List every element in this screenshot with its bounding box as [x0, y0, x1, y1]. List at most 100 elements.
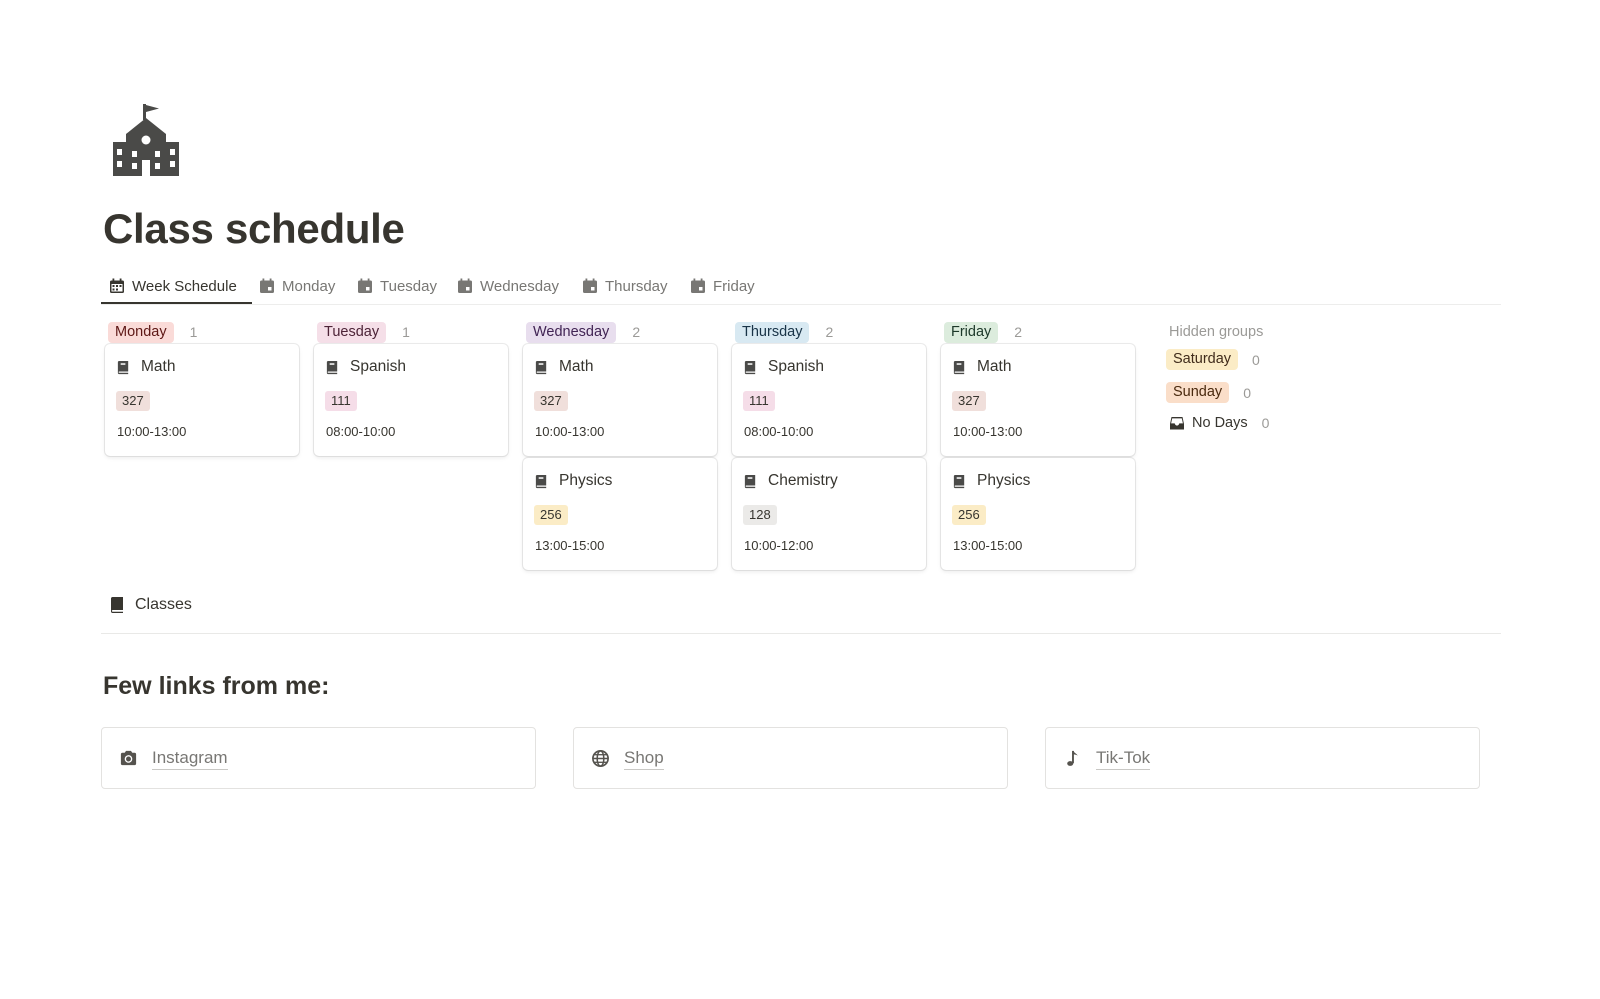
group-count: 0 [1252, 351, 1260, 368]
tab-label: Tuesday [380, 277, 437, 295]
active-tab-indicator [101, 302, 252, 304]
column-count: 1 [402, 324, 410, 340]
column-label[interactable]: Monday [108, 321, 174, 343]
room-badge: 256 [952, 505, 986, 525]
hidden-group-no-days[interactable]: No Days 0 [1166, 415, 1269, 431]
globe-icon [592, 749, 609, 767]
links-heading: Few links from me: [103, 672, 330, 700]
classes-label: Classes [135, 596, 192, 613]
column-count: 2 [632, 324, 641, 340]
tab-label: Week Schedule [132, 277, 237, 295]
book-icon [953, 360, 965, 374]
room-badge: 111 [743, 391, 775, 411]
link-label: Tik-Tok [1096, 747, 1151, 770]
shop-link[interactable]: Shop [573, 727, 1008, 789]
no-days-text: No Days [1192, 415, 1248, 431]
class-time: 13:00-15:00 [535, 538, 605, 553]
book-icon [535, 360, 547, 374]
instagram-link[interactable]: Instagram [101, 727, 536, 789]
board-column-friday: Friday 2 Math 327 10:00-13:00 Physics 256 13:00… [941, 320, 1135, 570]
card-title: Math [952, 358, 1011, 376]
calendar-icon [260, 278, 274, 293]
calendar-icon [458, 278, 472, 293]
tab-friday[interactable]: Friday [690, 268, 755, 304]
class-name: Spanish [350, 358, 407, 375]
room-badge: 327 [116, 391, 150, 411]
tab-wednesday[interactable]: Wednesday [457, 268, 559, 304]
column-label[interactable]: Wednesday [526, 321, 617, 343]
class-time: 10:00-13:00 [117, 424, 187, 439]
class-name: Math [977, 358, 1012, 375]
room-badge: 111 [325, 391, 357, 411]
board-column-wednesday: Wednesday 2 Math 327 10:00-13:00 Physics 256 13… [523, 320, 717, 570]
column-label[interactable]: Thursday [735, 321, 810, 343]
column-label[interactable]: Friday [944, 321, 999, 343]
calendar-icon [358, 278, 372, 293]
book-icon [117, 360, 129, 374]
column-count: 2 [825, 324, 834, 340]
calendar-icon [691, 278, 705, 293]
column-count: 2 [1014, 324, 1023, 340]
calendar-icon [583, 278, 597, 293]
column-header: Friday 2 [941, 320, 1135, 344]
room-badge: 128 [743, 505, 777, 525]
camera-icon [120, 750, 137, 765]
column-header: Thursday 2 [732, 320, 926, 344]
tiktok-link[interactable]: Tik-Tok [1045, 727, 1480, 789]
class-time: 08:00-10:00 [744, 424, 814, 439]
tab-label: Wednesday [480, 277, 559, 295]
room-badge: 327 [952, 391, 986, 411]
no-days-label: No Days [1166, 415, 1248, 431]
class-time: 08:00-10:00 [326, 424, 396, 439]
inbox-icon [1170, 417, 1184, 430]
card-title: Math [534, 358, 593, 376]
card-title: Physics [952, 472, 1030, 490]
class-name: Math [141, 358, 176, 375]
hidden-group-saturday[interactable]: Saturday 0 [1166, 349, 1260, 370]
class-card[interactable]: Spanish 111 08:00-10:00 [314, 344, 508, 456]
card-title: Chemistry [743, 472, 838, 490]
class-card[interactable]: Spanish 111 08:00-10:00 [732, 344, 926, 456]
class-name: Physics [559, 472, 613, 489]
board-column-monday: Monday 1 Math 327 10:00-13:00 [105, 320, 299, 456]
classes-database-link[interactable]: Classes [108, 596, 192, 614]
book-icon [744, 360, 756, 374]
book-icon [326, 360, 338, 374]
tab-label: Friday [713, 277, 755, 295]
tab-label: Thursday [605, 277, 668, 295]
tab-tuesday[interactable]: Tuesday [357, 268, 437, 304]
class-time: 10:00-13:00 [535, 424, 605, 439]
class-time: 13:00-15:00 [953, 538, 1023, 553]
card-title: Math [116, 358, 175, 376]
column-label[interactable]: Tuesday [317, 321, 387, 343]
book-icon [535, 474, 547, 488]
group-count: 0 [1261, 415, 1270, 431]
calendar-icon [110, 278, 124, 293]
column-header: Monday 1 [105, 320, 299, 344]
class-card[interactable]: Physics 256 13:00-15:00 [523, 458, 717, 570]
board-column-thursday: Thursday 2 Spanish 111 08:00-10:00 Chemistry 1… [732, 320, 926, 570]
card-title: Spanish [325, 358, 406, 376]
group-label: Saturday [1166, 349, 1239, 370]
column-header: Tuesday 1 [314, 320, 508, 344]
class-card[interactable]: Math 327 10:00-13:00 [941, 344, 1135, 456]
class-name: Spanish [768, 358, 825, 375]
group-label: Sunday [1166, 382, 1230, 403]
school-icon[interactable] [113, 104, 179, 176]
book-icon [744, 474, 756, 488]
view-tabs: Week Schedule Monday Tuesday Wednesday T… [101, 268, 1501, 305]
class-card[interactable]: Chemistry 128 10:00-12:00 [732, 458, 926, 570]
class-time: 10:00-13:00 [953, 424, 1023, 439]
class-card[interactable]: Math 327 10:00-13:00 [105, 344, 299, 456]
board-column-tuesday: Tuesday 1 Spanish 111 08:00-10:00 [314, 320, 508, 456]
class-card[interactable]: Physics 256 13:00-15:00 [941, 458, 1135, 570]
page-title: Class schedule [103, 205, 405, 252]
tab-week-schedule[interactable]: Week Schedule [109, 268, 237, 304]
hidden-groups-title: Hidden groups [1169, 324, 1264, 340]
hidden-group-sunday[interactable]: Sunday 0 [1166, 382, 1251, 403]
tab-thursday[interactable]: Thursday [582, 268, 668, 304]
tab-monday[interactable]: Monday [259, 268, 335, 304]
link-label: Shop [624, 747, 664, 770]
class-name: Physics [977, 472, 1031, 489]
class-card[interactable]: Math 327 10:00-13:00 [523, 344, 717, 456]
